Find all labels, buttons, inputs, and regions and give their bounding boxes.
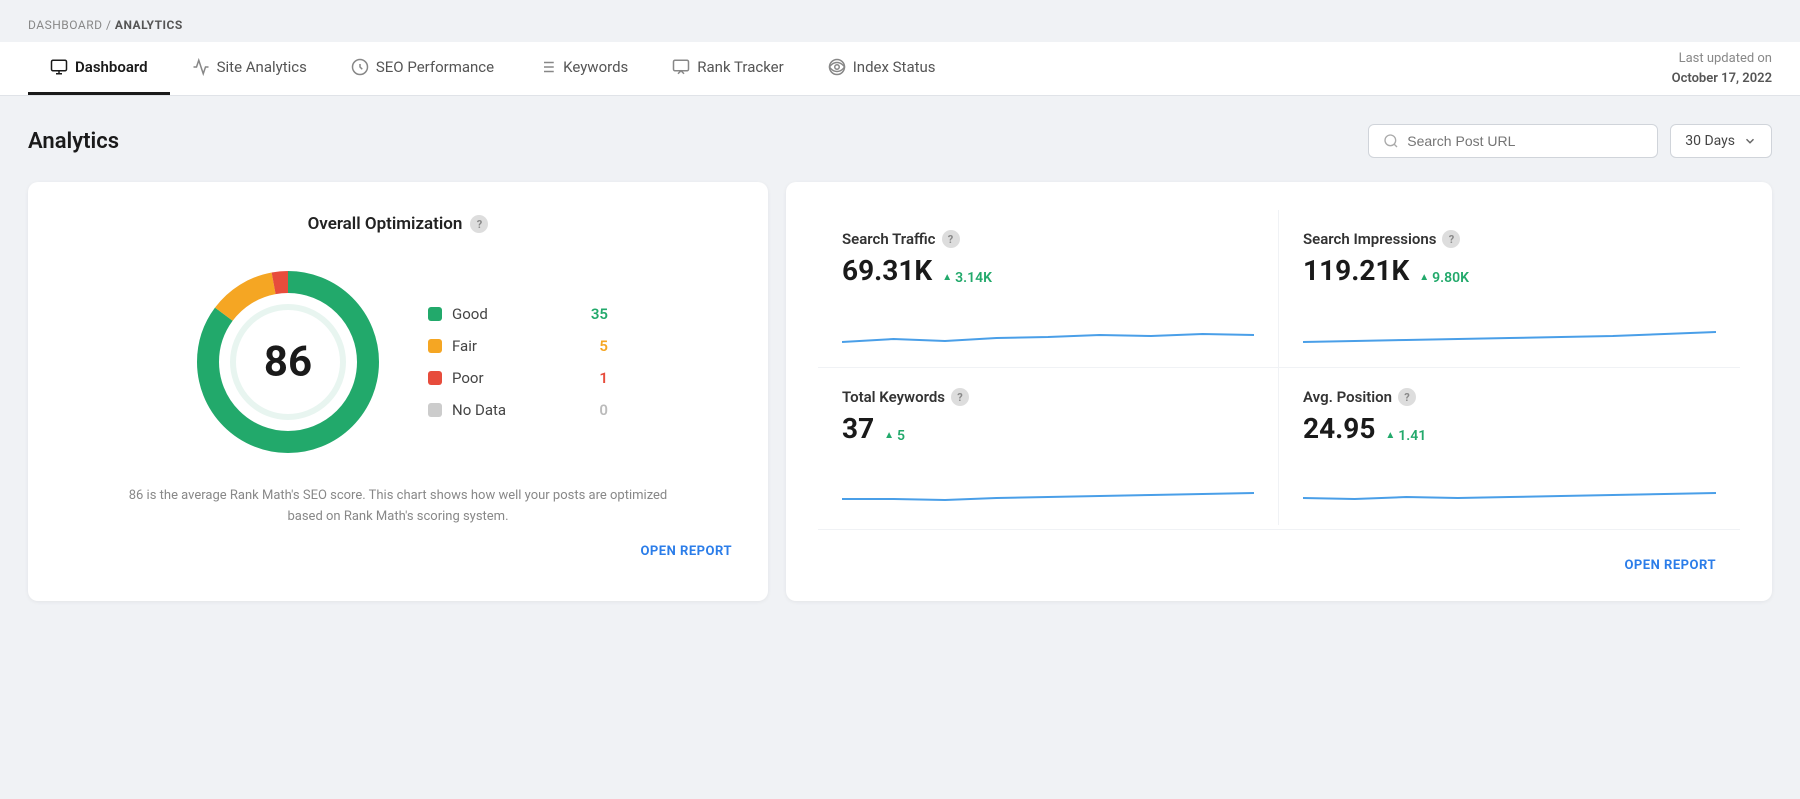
analytics-controls: 30 Days [1368, 124, 1772, 158]
metric-search-impressions-value-row: 119.21K ▲ 9.80K [1303, 254, 1716, 287]
legend-value-good: 35 [591, 305, 608, 323]
sparkline-search-traffic [842, 297, 1254, 347]
search-url-input[interactable] [1407, 133, 1643, 149]
legend-item-fair: Fair 5 [428, 337, 608, 355]
breadcrumb: DASHBOARD / ANALYTICS [0, 0, 1800, 42]
breadcrumb-base[interactable]: DASHBOARD [28, 18, 102, 32]
breadcrumb-separator: / [106, 18, 115, 32]
legend-dot-nodata [428, 403, 442, 417]
metric-search-impressions: Search Impressions ? 119.21K ▲ 9.80K [1279, 210, 1740, 368]
optimization-description: 86 is the average Rank Math's SEO score.… [118, 486, 678, 528]
tab-rank-tracker[interactable]: Rank Tracker [650, 42, 805, 95]
legend-dot-good [428, 307, 442, 321]
metric-search-traffic: Search Traffic ? 69.31K ▲ 3.14K [818, 210, 1279, 368]
optimization-score: 86 [264, 338, 312, 387]
last-updated: Last updated on October 17, 2022 [1652, 49, 1772, 88]
list-icon [538, 58, 556, 76]
days-dropdown[interactable]: 30 Days [1670, 124, 1772, 158]
open-report-link-right[interactable]: OPEN REPORT [1624, 558, 1716, 573]
legend-value-poor: 1 [599, 369, 608, 387]
metric-total-keywords-delta: ▲ 5 [884, 428, 905, 444]
metric-avg-position: Avg. Position ? 24.95 ▲ 1.41 [1279, 368, 1740, 525]
legend-item-good: Good 35 [428, 305, 608, 323]
legend-item-nodata: No Data 0 [428, 401, 608, 419]
eye-circle-icon [828, 58, 846, 76]
breadcrumb-current: ANALYTICS [115, 18, 183, 32]
open-report-link-left[interactable]: OPEN REPORT [64, 544, 732, 559]
metric-avg-position-delta: ▲ 1.41 [1385, 428, 1426, 444]
sparkline-total-keywords [842, 455, 1254, 505]
legend: Good 35 Fair 5 Poor 1 N [428, 305, 608, 419]
main-content: Analytics 30 Days Overall Optimization ? [0, 96, 1800, 621]
metric-search-impressions-label: Search Impressions ? [1303, 230, 1716, 248]
metric-avg-position-value-row: 24.95 ▲ 1.41 [1303, 412, 1716, 445]
metric-total-keywords-value-row: 37 ▲ 5 [842, 412, 1254, 445]
avg-position-help-icon[interactable]: ? [1398, 388, 1416, 406]
rank-tracker-icon [672, 58, 690, 76]
tab-seo-performance[interactable]: SEO Performance [329, 42, 516, 95]
metrics-card-footer: OPEN REPORT [818, 529, 1740, 573]
metric-total-keywords-label: Total Keywords ? [842, 388, 1254, 406]
total-keywords-help-icon[interactable]: ? [951, 388, 969, 406]
metric-search-traffic-value-row: 69.31K ▲ 3.14K [842, 254, 1254, 287]
speedometer-icon [351, 58, 369, 76]
tab-keywords[interactable]: Keywords [516, 42, 650, 95]
tab-index-status[interactable]: Index Status [806, 42, 958, 95]
metrics-card: Search Traffic ? 69.31K ▲ 3.14K Searc [786, 182, 1772, 601]
metric-avg-position-label: Avg. Position ? [1303, 388, 1716, 406]
metric-total-keywords: Total Keywords ? 37 ▲ 5 [818, 368, 1279, 525]
legend-dot-fair [428, 339, 442, 353]
optimization-help-icon[interactable]: ? [470, 215, 488, 233]
tab-site-analytics[interactable]: Site Analytics [170, 42, 329, 95]
sparkline-search-impressions [1303, 297, 1716, 347]
search-icon [1383, 133, 1399, 149]
metric-total-keywords-value: 37 [842, 412, 874, 445]
metric-search-traffic-delta: ▲ 3.14K [942, 270, 992, 286]
optimization-card-title: Overall Optimization ? [64, 214, 732, 234]
legend-dot-poor [428, 371, 442, 385]
optimization-body: 86 Good 35 Fair 5 [64, 262, 732, 462]
analytics-header: Analytics 30 Days [28, 124, 1772, 158]
legend-value-nodata: 0 [599, 401, 608, 419]
search-traffic-help-icon[interactable]: ? [942, 230, 960, 248]
metric-search-impressions-delta: ▲ 9.80K [1419, 270, 1469, 286]
tabs-bar: Dashboard Site Analytics SEO Performance… [0, 42, 1800, 96]
monitor-icon [50, 58, 68, 76]
chevron-down-icon [1743, 134, 1757, 148]
cards-row: Overall Optimization ? [28, 182, 1772, 601]
metric-search-traffic-label: Search Traffic ? [842, 230, 1254, 248]
donut-chart: 86 [188, 262, 388, 462]
sparkline-avg-position [1303, 455, 1716, 505]
chart-line-icon [192, 58, 210, 76]
legend-value-fair: 5 [599, 337, 608, 355]
search-url-container[interactable] [1368, 124, 1658, 158]
legend-item-poor: Poor 1 [428, 369, 608, 387]
page-title: Analytics [28, 129, 119, 154]
search-impressions-help-icon[interactable]: ? [1442, 230, 1460, 248]
tab-dashboard[interactable]: Dashboard [28, 42, 170, 95]
metric-search-traffic-value: 69.31K [842, 254, 932, 287]
metric-avg-position-value: 24.95 [1303, 412, 1375, 445]
optimization-card: Overall Optimization ? [28, 182, 768, 601]
metric-search-impressions-value: 119.21K [1303, 254, 1409, 287]
